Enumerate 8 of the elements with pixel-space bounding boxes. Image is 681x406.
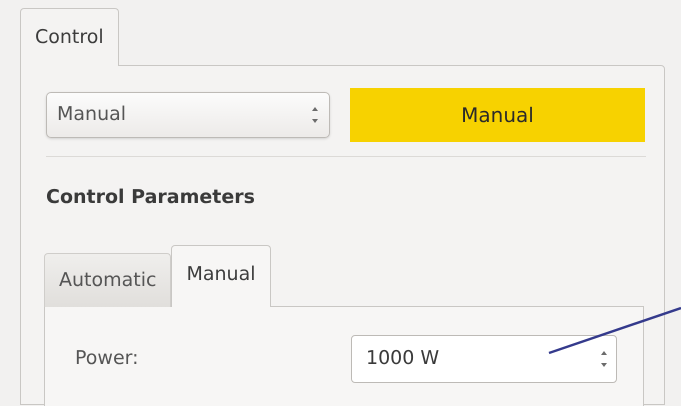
mode-select[interactable]: Manual — [46, 92, 330, 138]
tab[interactable]: Control — [20, 8, 119, 66]
tab[interactable]: Manual — [171, 245, 270, 306]
field-label: Power: — [75, 346, 139, 372]
section-title: Control Parameters — [46, 184, 256, 210]
mode-indicator: Manual — [350, 88, 645, 142]
power-field[interactable]: 1000 W — [351, 334, 617, 382]
tab[interactable]: Automatic — [44, 253, 172, 306]
